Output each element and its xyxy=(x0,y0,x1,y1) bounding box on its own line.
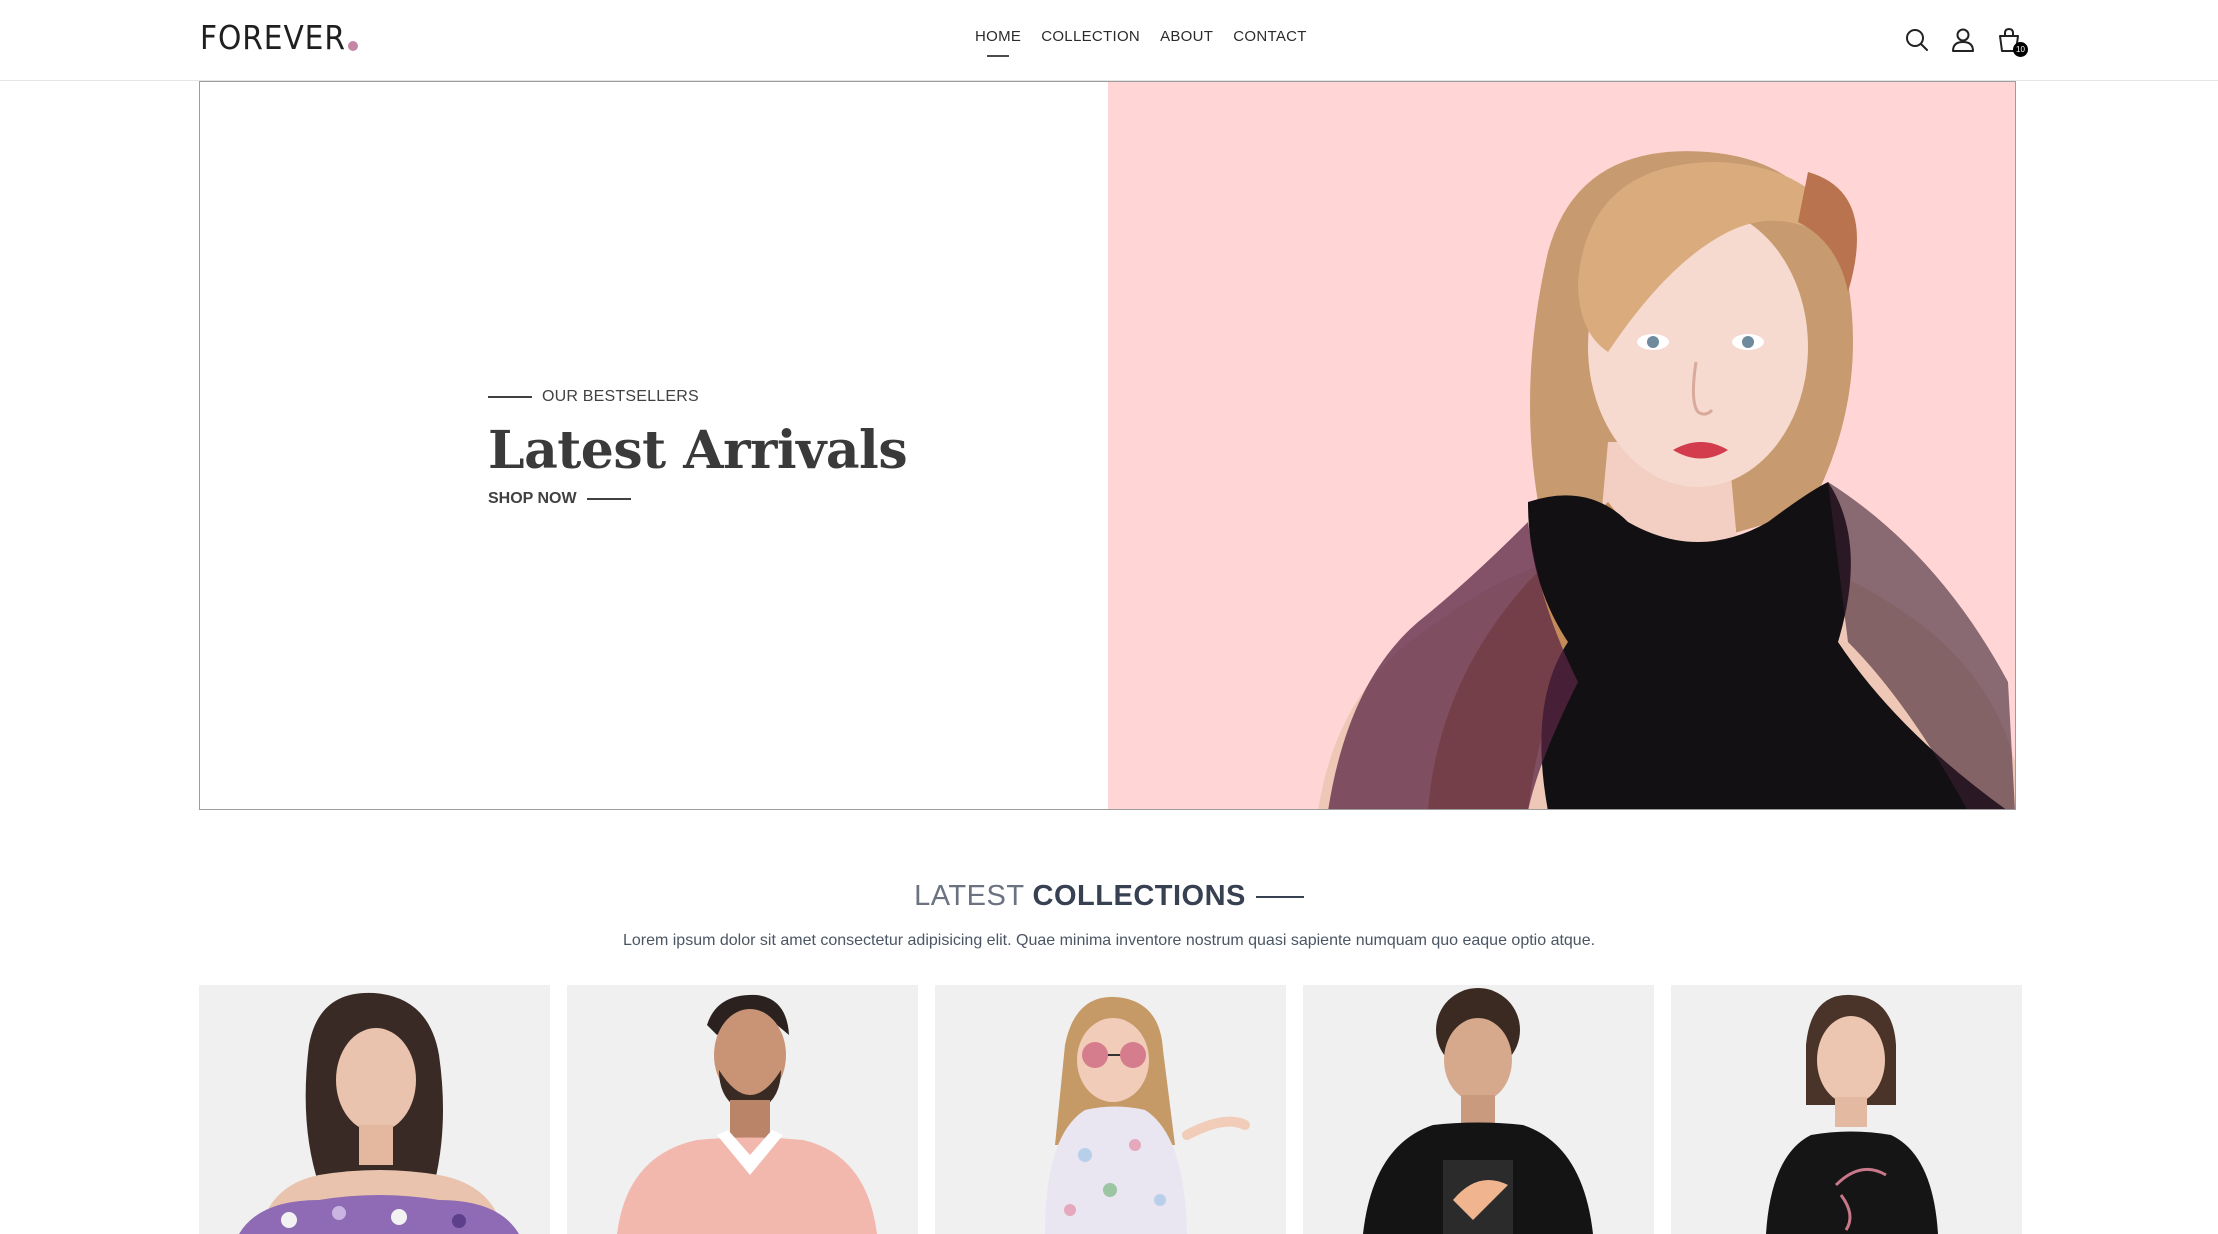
product-card[interactable] xyxy=(199,985,550,1234)
collections-title-line xyxy=(1255,895,1304,898)
shop-now-line xyxy=(586,498,631,500)
cart-count-badge: 10 xyxy=(2013,42,2028,57)
nav-home[interactable]: HOME xyxy=(975,28,1021,45)
logo-dot xyxy=(348,41,359,51)
product-card[interactable] xyxy=(1671,985,2022,1234)
product-image xyxy=(567,985,918,1234)
shop-now-label: SHOP NOW xyxy=(488,490,577,507)
product-image xyxy=(935,985,1286,1234)
header-icons: 10 xyxy=(1904,27,2028,57)
product-image xyxy=(199,985,550,1234)
hero-banner: OUR BESTSELLERS Latest Arrivals SHOP NOW xyxy=(199,81,2016,810)
eyebrow-line xyxy=(488,396,532,398)
product-grid xyxy=(199,985,2022,1234)
product-image xyxy=(1671,985,2022,1234)
hero-model-illustration xyxy=(1318,151,2015,809)
nav-about[interactable]: ABOUT xyxy=(1160,28,1213,45)
shop-now-link[interactable]: SHOP NOW xyxy=(488,490,907,508)
hero-text: OUR BESTSELLERS Latest Arrivals SHOP NOW xyxy=(488,388,908,508)
collections-title-bold: COLLECTIONS xyxy=(1032,880,1246,912)
collections-title-light: LATEST xyxy=(914,880,1025,912)
site-header: FOREVER HOME COLLECTION ABOUT CONTACT 10 xyxy=(0,0,2218,81)
cart-icon[interactable]: 10 xyxy=(1996,27,2028,57)
product-card[interactable] xyxy=(935,985,1286,1234)
search-icon[interactable] xyxy=(1904,27,1930,53)
nav-contact[interactable]: CONTACT xyxy=(1233,28,1306,45)
product-image xyxy=(1303,985,1654,1234)
nav-collection[interactable]: COLLECTION xyxy=(1041,28,1140,45)
hero-eyebrow: OUR BESTSELLERS xyxy=(488,388,907,406)
logo-text: FOREVER xyxy=(200,18,346,57)
product-card[interactable] xyxy=(567,985,918,1234)
eyebrow-text: OUR BESTSELLERS xyxy=(542,388,699,405)
hero-title: Latest Arrivals xyxy=(488,420,908,481)
profile-icon[interactable] xyxy=(1950,27,1976,53)
hero-text-panel: OUR BESTSELLERS Latest Arrivals SHOP NOW xyxy=(200,82,1108,809)
collections-description: Lorem ipsum dolor sit amet consectetur a… xyxy=(622,932,1596,949)
logo[interactable]: FOREVER xyxy=(200,18,359,58)
main-nav: HOME COLLECTION ABOUT CONTACT xyxy=(975,28,1307,45)
hero-image xyxy=(1108,82,2015,809)
product-card[interactable] xyxy=(1303,985,1654,1234)
collections-title: LATEST COLLECTIONS xyxy=(0,880,2218,913)
